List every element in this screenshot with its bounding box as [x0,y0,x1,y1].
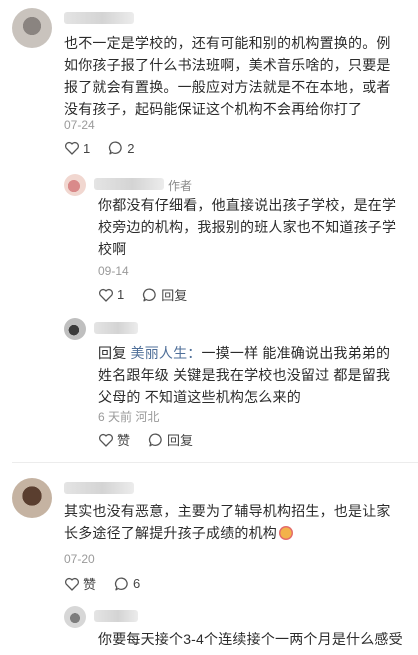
heart-icon [99,433,113,447]
avatar[interactable] [64,174,86,196]
heart-icon [65,577,79,591]
reply-count: 2 [127,140,135,156]
username-blurred[interactable] [94,178,164,190]
author-badge: 作者 [168,179,193,193]
comment-actions: 赞 6 [64,574,158,593]
like-label: 赞 [117,433,131,448]
like-button[interactable]: 赞 [98,430,130,449]
like-button[interactable]: 赞 [64,574,96,593]
reply-label: 回复 [167,433,194,448]
username-blurred[interactable] [94,322,138,334]
like-count: 1 [117,287,125,302]
avatar[interactable] [64,606,86,628]
reply-text: 你都没有仔细看，他直接说出孩子学校，是在学校旁边的机构，我报别的班人家也不知道孩… [98,197,397,257]
comment-bubble-icon [148,433,162,446]
reply-button[interactable]: 回复 [148,430,193,449]
comment-date: 07-20 [64,552,95,566]
comment-date: 07-24 [64,118,95,132]
username-blurred[interactable] [64,482,134,494]
like-button[interactable]: 1 [98,287,124,303]
reply-date: 09-14 [98,264,129,278]
username-blurred[interactable] [94,610,138,622]
reply-text: 你要每天接个3-4个连续接个一两个月是什么感受 [98,631,403,647]
reply-prefix: 回复 [98,345,127,361]
username-blurred[interactable] [64,12,134,24]
reply-count: 6 [133,576,141,591]
comment-actions: 1 2 [64,140,152,156]
reply-actions: 赞 回复 [98,430,211,449]
comment-body: 其实也没有恶意，主要为了辅导机构招生，也是让家长多途径了解提升孩子成绩的机构 [64,503,391,541]
comment-bubble-icon [114,577,128,590]
reply-button[interactable]: 6 [114,576,140,592]
like-label: 赞 [83,577,97,592]
avatar[interactable] [64,318,86,340]
comment-text: 也不一定是学校的，还有可能和别的机构置换的。例如你孩子报了什么书法班啊，美术音乐… [64,35,391,117]
like-count: 1 [83,140,91,156]
heart-icon [99,288,113,302]
comment-divider [12,462,418,463]
reply-date-location: 6 天前 河北 [98,410,160,424]
reply-target-user[interactable]: 美丽人生： [131,345,202,361]
like-button[interactable]: 1 [64,140,90,156]
comment-bubble-icon [143,288,156,301]
comment-bubble-icon [109,141,122,155]
avatar[interactable] [12,478,52,518]
reply-label: 回复 [161,288,188,303]
emoji-icon [279,526,293,540]
reply-button[interactable]: 回复 [142,285,187,304]
reply-button[interactable]: 2 [108,140,134,156]
avatar[interactable] [12,8,52,48]
heart-icon [65,141,79,155]
reply-text: 回复 美丽人生：一摸一样 能准确说出我弟弟的姓名跟年级 关键是我在学校也没留过 … [98,342,403,408]
comment-text: 其实也没有恶意，主要为了辅导机构招生，也是让家长多途径了解提升孩子成绩的机构 [64,500,404,544]
reply-actions: 1 回复 [98,285,205,304]
